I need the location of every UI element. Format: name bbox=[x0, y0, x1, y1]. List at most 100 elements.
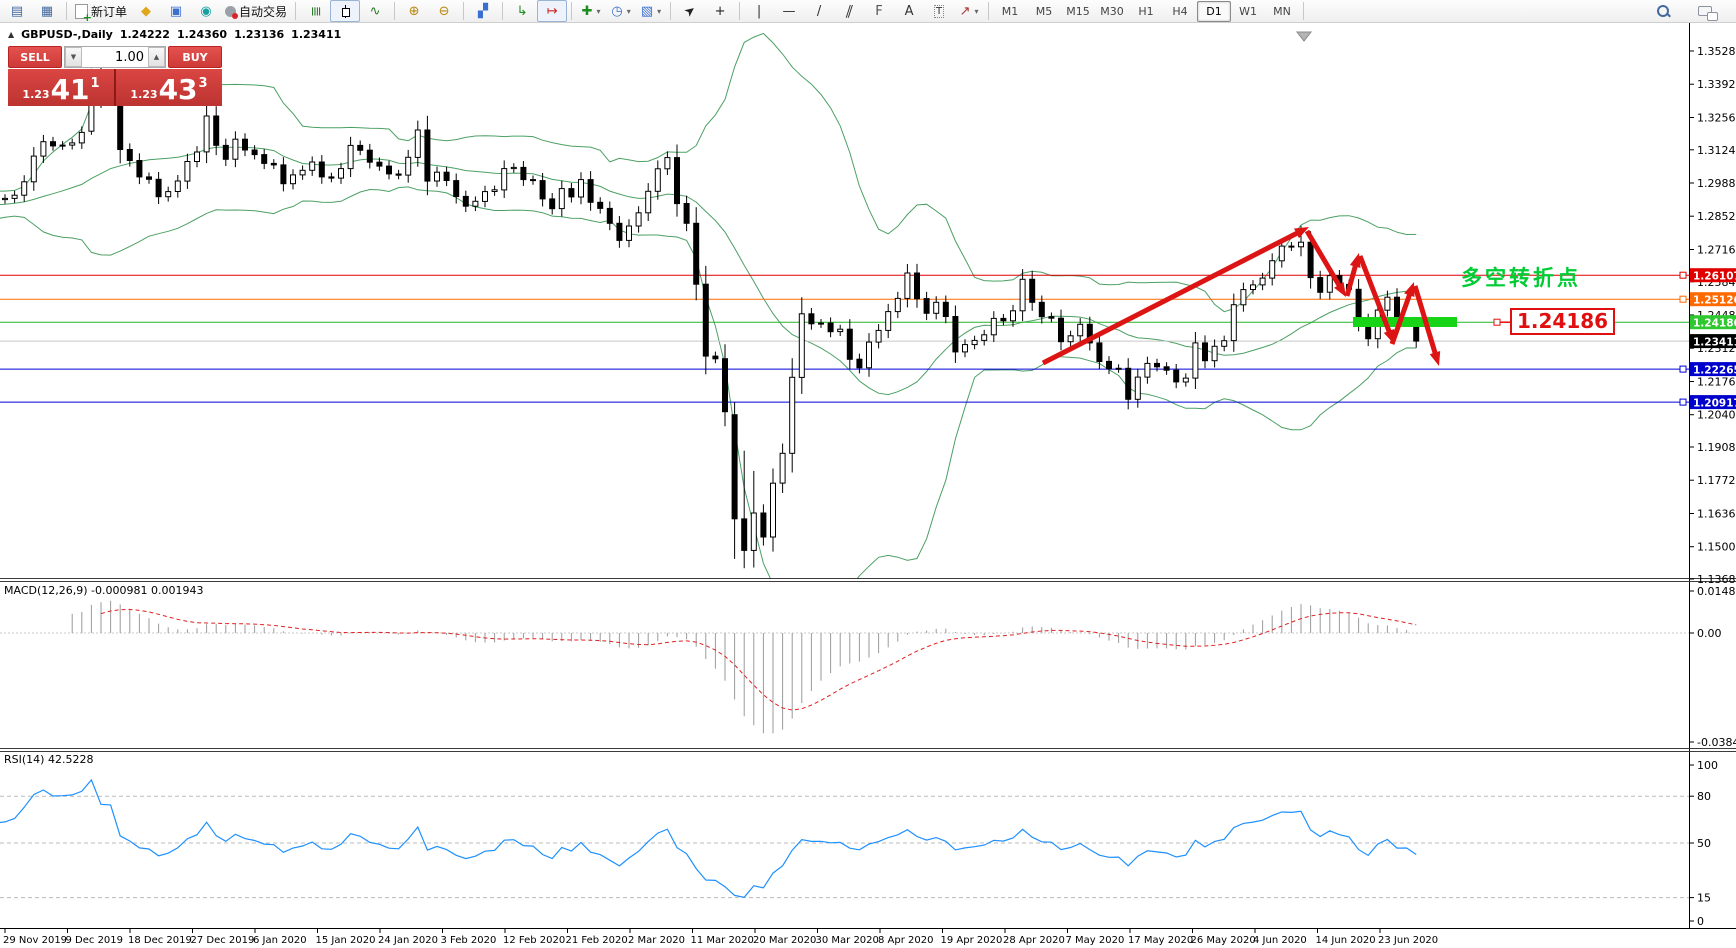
buy-price-big: 43 bbox=[158, 73, 198, 106]
periods-icon: ◷ bbox=[611, 3, 623, 19]
timeframe-m15-button[interactable]: M15 bbox=[1061, 1, 1095, 22]
toolbar-separator bbox=[502, 2, 504, 20]
timeframe-h1-button[interactable]: H1 bbox=[1129, 1, 1163, 22]
terminal-icon: ▣ bbox=[169, 3, 183, 19]
tile-windows-button[interactable]: ▞ bbox=[468, 0, 498, 22]
price-tick-label: 1.31240 bbox=[1697, 144, 1736, 157]
price-callout-label[interactable]: 1.24186 bbox=[1510, 308, 1616, 335]
templates-button[interactable]: ▧ ▾ bbox=[636, 0, 666, 22]
auto-scroll-button[interactable]: ↳ bbox=[507, 0, 537, 22]
chat-button[interactable] bbox=[1690, 0, 1720, 22]
autotrading-button[interactable]: 自动交易 bbox=[221, 0, 291, 22]
price-axis[interactable]: 1.35280 1.33920 1.32560 1.31240 1.29880 1.285… bbox=[1679, 45, 1736, 928]
price-badge-label: 1.24186 bbox=[1693, 318, 1736, 330]
chart-canvas[interactable]: 1.35280 1.33920 1.32560 1.31240 1.29880 1.285… bbox=[0, 0, 1736, 948]
bar-chart-button[interactable]: ≣ bbox=[300, 0, 330, 22]
volume-down-button[interactable]: ▼ bbox=[65, 47, 82, 67]
timeframe-mn-button[interactable]: MN bbox=[1265, 1, 1299, 22]
turning-point-annotation[interactable]: 多空转折点 bbox=[1461, 262, 1581, 292]
date-tick-label: 7 May 2020 bbox=[1066, 935, 1125, 946]
date-tick-label: 6 Jan 2020 bbox=[253, 935, 307, 946]
line-chart-button[interactable]: ∿ bbox=[360, 0, 390, 22]
date-tick-label: 24 Jan 2020 bbox=[378, 935, 438, 946]
high-value: 1.24360 bbox=[176, 28, 228, 41]
metaeditor-button[interactable]: ◆ bbox=[131, 0, 161, 22]
buy-price-tile[interactable]: 1.23 43 3 bbox=[116, 69, 222, 106]
rsi-value: 42.5228 bbox=[47, 753, 94, 766]
timeframe-d1-button[interactable]: D1 bbox=[1197, 0, 1232, 22]
level-marker[interactable] bbox=[1679, 398, 1687, 406]
level-marker[interactable] bbox=[1679, 365, 1687, 373]
sell-button[interactable]: SELL bbox=[8, 46, 62, 68]
terminal-button[interactable]: ▣ bbox=[161, 0, 191, 22]
level-marker[interactable] bbox=[1679, 295, 1687, 303]
market-watch-icon: ▤ bbox=[10, 3, 24, 19]
buy-price-sup: 3 bbox=[198, 76, 208, 91]
support-highlight-bar[interactable] bbox=[1353, 317, 1457, 327]
fibonacci-icon: F bbox=[875, 3, 883, 19]
trend-arrowhead bbox=[1404, 282, 1415, 297]
trendline-icon: / bbox=[816, 3, 822, 19]
chevron-down-icon: ▾ bbox=[596, 6, 601, 16]
collapse-ohlc-icon[interactable]: ▲ bbox=[8, 30, 14, 39]
chart-shift-marker[interactable] bbox=[1295, 31, 1313, 42]
channel-button[interactable]: ∥ bbox=[834, 0, 864, 22]
chart-shift-button[interactable]: ↦ bbox=[537, 0, 568, 22]
main-chart-pane bbox=[0, 32, 1689, 578]
timeframe-m30-button[interactable]: M30 bbox=[1095, 1, 1129, 22]
market-watch-button[interactable]: ▤ bbox=[2, 0, 32, 22]
chat-icon bbox=[1698, 6, 1718, 21]
timeframe-m5-button[interactable]: M5 bbox=[1027, 1, 1061, 22]
cursor-button[interactable]: ➤ bbox=[675, 0, 705, 22]
date-tick-label: 8 Apr 2020 bbox=[878, 935, 933, 946]
text-button[interactable]: A bbox=[894, 0, 924, 22]
indicators-icon: ✚ bbox=[581, 3, 593, 19]
toolbar-separator bbox=[66, 2, 67, 20]
signals-button[interactable]: ◉ bbox=[191, 0, 221, 22]
price-badge-label: 1.25126 bbox=[1693, 295, 1736, 307]
horizontal-line-button[interactable]: — bbox=[774, 0, 804, 22]
level-marker[interactable] bbox=[1679, 271, 1687, 279]
macd-pane bbox=[0, 600, 1689, 734]
date-axis[interactable]: 29 Nov 20199 Dec 2019 18 Dec 201927 Dec 2… bbox=[3, 929, 1438, 946]
buy-button[interactable]: BUY bbox=[168, 46, 222, 68]
trend-arrow-3[interactable] bbox=[1344, 261, 1359, 297]
line-chart-icon: ∿ bbox=[369, 3, 381, 19]
text-label-button[interactable]: T bbox=[924, 0, 954, 22]
zoom-in-button[interactable]: ⊕ bbox=[399, 0, 429, 22]
volume-input[interactable] bbox=[82, 47, 148, 67]
macd-label: MACD(12,26,9) -0.000981 0.001943 bbox=[4, 584, 204, 597]
price-tick-label: 1.16360 bbox=[1697, 508, 1736, 521]
timeframe-m1-button[interactable]: M1 bbox=[993, 1, 1027, 22]
date-tick-label: 23 Jun 2020 bbox=[1378, 935, 1438, 946]
candlestick-chart-button[interactable] bbox=[330, 0, 361, 22]
new-order-button[interactable]: 新订单 bbox=[71, 0, 131, 24]
timeframe-h4-button[interactable]: H4 bbox=[1163, 1, 1197, 22]
date-tick-label: 29 Nov 2019 bbox=[3, 935, 67, 946]
fibonacci-button[interactable]: F bbox=[864, 0, 894, 22]
rsi-label: RSI(14) 42.5228 bbox=[4, 753, 94, 766]
arrows-button[interactable]: ↗ ▾ bbox=[954, 0, 984, 22]
new-order-label: 新订单 bbox=[91, 4, 128, 19]
crosshair-button[interactable]: + bbox=[705, 0, 735, 22]
trend-arrow-1[interactable] bbox=[1041, 229, 1302, 366]
sell-price-tile[interactable]: 1.23 41 1 bbox=[8, 69, 116, 106]
indicators-button[interactable]: ✚ ▾ bbox=[576, 0, 606, 22]
periods-button[interactable]: ◷ ▾ bbox=[606, 0, 636, 22]
vertical-line-button[interactable]: | bbox=[744, 0, 774, 22]
trendline-button[interactable]: / bbox=[804, 0, 834, 22]
date-tick-label: 11 Mar 2020 bbox=[691, 935, 754, 946]
zoom-out-button[interactable]: ⊖ bbox=[429, 0, 459, 22]
bollinger-lower-band bbox=[0, 186, 1417, 578]
autotrading-label: 自动交易 bbox=[239, 4, 288, 19]
horizontal-line-icon: — bbox=[782, 3, 796, 19]
data-window-button[interactable]: ▦ bbox=[32, 0, 62, 22]
timeframe-w1-button[interactable]: W1 bbox=[1231, 1, 1265, 22]
search-button[interactable] bbox=[1648, 0, 1678, 22]
auto-scroll-icon: ↳ bbox=[516, 3, 528, 19]
volume-up-button[interactable]: ▲ bbox=[148, 47, 165, 67]
macd-tick-label: 0.00 bbox=[1697, 627, 1722, 640]
templates-icon: ▧ bbox=[640, 3, 654, 19]
toolbar-separator bbox=[670, 2, 672, 20]
candlestick-chart-icon bbox=[341, 4, 350, 18]
